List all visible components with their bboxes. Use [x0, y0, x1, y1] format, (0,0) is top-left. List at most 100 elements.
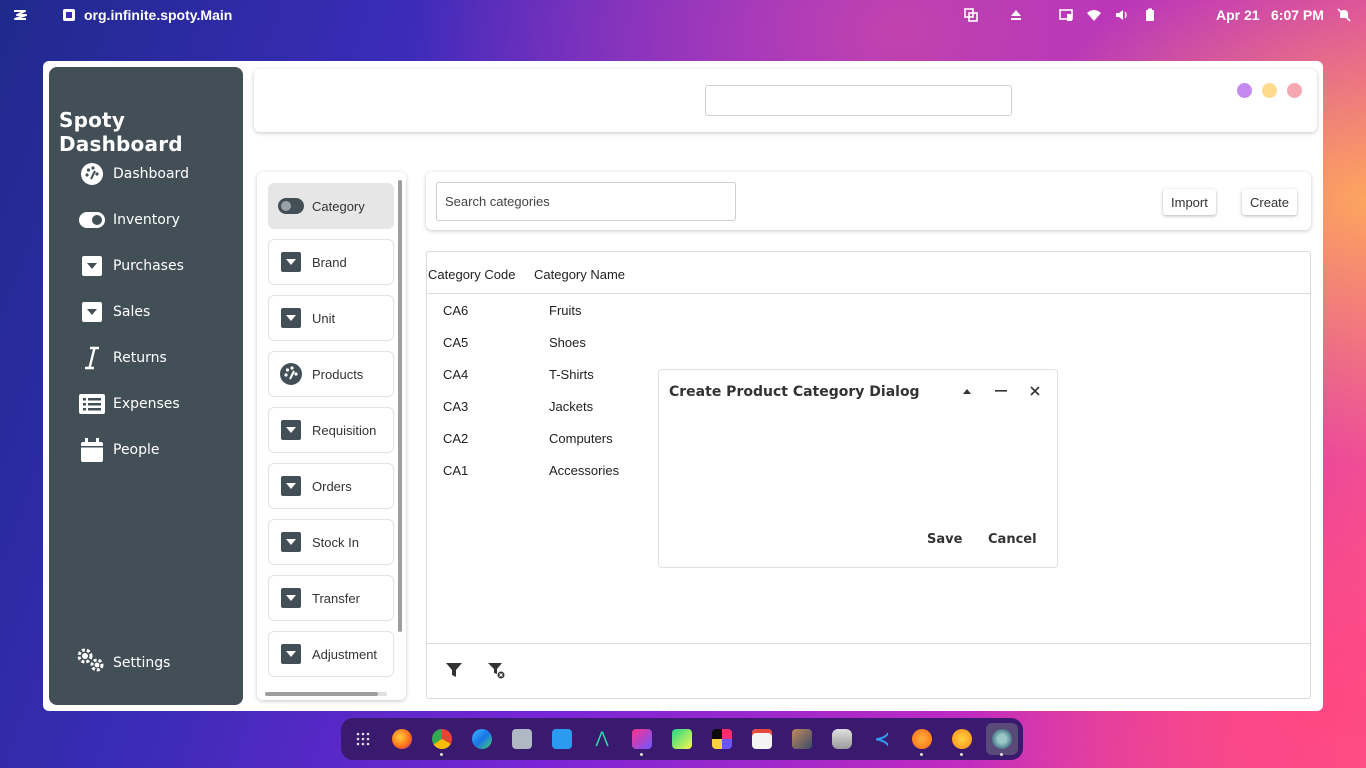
- toggle-icon: [278, 193, 304, 219]
- save-button[interactable]: Save: [927, 532, 962, 547]
- dialog-title: Create Product Category Dialog: [669, 384, 920, 400]
- files-icon[interactable]: [512, 729, 532, 749]
- virtualbox-icon[interactable]: [792, 729, 812, 749]
- app-grid-icon[interactable]: [353, 729, 373, 749]
- clock-time[interactable]: 6:07 PM: [1271, 7, 1324, 23]
- sidebar-brand: Spoty Dashboard: [59, 108, 183, 156]
- close-icon[interactable]: [1026, 382, 1044, 400]
- window-dot-purple[interactable]: [1237, 83, 1252, 98]
- submenu-item-products[interactable]: Products: [268, 351, 394, 397]
- chrome-icon[interactable]: [432, 729, 452, 749]
- display-icon[interactable]: [1059, 8, 1073, 22]
- pycharm-icon[interactable]: [672, 729, 692, 749]
- sidebar-item-label: Sales: [113, 304, 151, 320]
- edge-icon[interactable]: [472, 729, 492, 749]
- dropdown-box-icon: [278, 249, 304, 275]
- screenshot-icon[interactable]: [552, 729, 572, 749]
- eject-icon[interactable]: [1009, 8, 1023, 22]
- volume-icon[interactable]: [1115, 8, 1129, 22]
- top-panel: org.infinite.spoty.Main Apr 21 6:07 PM: [0, 0, 1366, 31]
- sidebar-item-label: Expenses: [113, 396, 180, 412]
- toggle-icon: [79, 207, 105, 233]
- sidebar-item-inventory[interactable]: Inventory: [79, 205, 180, 235]
- submenu-item-unit[interactable]: Unit: [268, 295, 394, 341]
- dropdown-box-icon: [278, 473, 304, 499]
- sidebar-item-sales[interactable]: Sales: [79, 297, 150, 327]
- category-name: Fruits: [549, 303, 582, 318]
- notifications-off-icon[interactable]: [1337, 8, 1351, 22]
- submenu-item-label: Stock In: [312, 534, 359, 550]
- dock-running-indicator: [440, 753, 443, 756]
- window-dot-pink[interactable]: [1287, 83, 1302, 98]
- submenu-item-transfer[interactable]: Transfer: [268, 575, 394, 621]
- cancel-button[interactable]: Cancel: [988, 532, 1037, 547]
- intellij-icon[interactable]: [632, 729, 652, 749]
- dropdown-box-icon: [278, 585, 304, 611]
- dropdown-box-icon: [79, 253, 105, 279]
- wifi-icon[interactable]: [1087, 8, 1101, 22]
- sidebar-item-label: Returns: [113, 350, 167, 366]
- dock-running-indicator: [640, 753, 643, 756]
- submenu-item-requisition[interactable]: Requisition: [268, 407, 394, 453]
- sidebar-item-label: Dashboard: [113, 166, 189, 182]
- dock-running-indicator: [920, 753, 923, 756]
- dropdown-box-icon: [79, 299, 105, 325]
- category-name: Accessories: [549, 463, 620, 478]
- activities-icon[interactable]: [12, 7, 28, 23]
- sidebar-item-label: Inventory: [113, 212, 180, 228]
- filter-icon[interactable]: [445, 661, 463, 679]
- clock-date[interactable]: Apr 21: [1216, 7, 1260, 23]
- document-viewer-icon[interactable]: [752, 729, 772, 749]
- submenu-item-orders[interactable]: Orders: [268, 463, 394, 509]
- sidebar-item-expenses[interactable]: Expenses: [79, 389, 180, 419]
- submenu-item-adjustment[interactable]: Adjustment: [268, 631, 394, 677]
- maximize-icon[interactable]: [958, 382, 976, 400]
- dropdown-box-icon: [278, 417, 304, 443]
- sidebar-item-label: Purchases: [113, 258, 184, 274]
- vscode-icon[interactable]: ≺: [872, 729, 892, 749]
- submenu-item-brand[interactable]: Brand: [268, 239, 394, 285]
- column-header-code[interactable]: Category Code: [428, 267, 515, 282]
- submenu-item-category[interactable]: Category: [268, 183, 394, 229]
- category-code: CA6: [443, 303, 469, 318]
- screen-share-icon[interactable]: [964, 8, 978, 22]
- submenu-item-label: Orders: [312, 478, 352, 494]
- submenu-vertical-scrollbar[interactable]: [398, 180, 402, 632]
- java-app-icon[interactable]: [992, 729, 1012, 749]
- clear-filter-icon[interactable]: [487, 661, 505, 679]
- category-name: Shoes: [549, 335, 586, 350]
- italic-i-icon: [79, 345, 105, 371]
- submenu-item-label: Transfer: [312, 590, 360, 606]
- column-header-name[interactable]: Category Name: [534, 267, 625, 282]
- battery-icon[interactable]: [1143, 8, 1157, 22]
- window-dot-yellow[interactable]: [1262, 83, 1277, 98]
- submenu-item-label: Unit: [312, 310, 336, 326]
- global-search-input[interactable]: [705, 85, 1012, 116]
- table-row[interactable]: CA5 Shoes: [427, 327, 827, 359]
- sidebar-item-settings[interactable]: Settings: [75, 647, 170, 678]
- sidebar-item-people[interactable]: People: [79, 435, 160, 465]
- import-button[interactable]: Import: [1163, 189, 1216, 215]
- sync-icon[interactable]: [912, 729, 932, 749]
- category-name: Jackets: [549, 399, 594, 414]
- submenu-item-label: Adjustment: [312, 646, 378, 662]
- android-studio-icon[interactable]: ⋀: [592, 729, 612, 749]
- submenu-horizontal-scrollbar[interactable]: [265, 692, 378, 696]
- create-button[interactable]: Create: [1242, 189, 1298, 215]
- database-icon[interactable]: [832, 729, 852, 749]
- minimize-icon[interactable]: [992, 382, 1010, 400]
- table-row[interactable]: CA6 Fruits: [427, 295, 827, 327]
- app-name[interactable]: org.infinite.spoty.Main: [84, 7, 232, 23]
- category-name: T-Shirts: [549, 367, 594, 382]
- sidebar-item-dashboard[interactable]: Dashboard: [79, 159, 189, 189]
- submenu-item-stock-in[interactable]: Stock In: [268, 519, 394, 565]
- table-header-divider: [427, 293, 1310, 294]
- sidebar-item-returns[interactable]: Returns: [79, 343, 167, 373]
- postman-icon[interactable]: [952, 729, 972, 749]
- table-footer-divider: [427, 643, 1310, 644]
- search-categories-input[interactable]: [436, 182, 736, 221]
- jetbrains-icon[interactable]: [712, 729, 732, 749]
- firefox-icon[interactable]: [392, 729, 412, 749]
- sidebar-item-purchases[interactable]: Purchases: [79, 251, 184, 281]
- app-icon: [63, 9, 75, 21]
